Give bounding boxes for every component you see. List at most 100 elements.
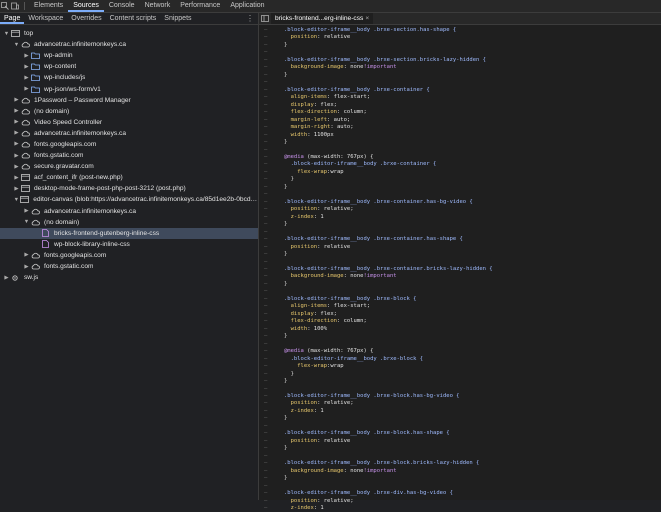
- line-gutter-mark: –: [264, 146, 268, 153]
- line-gutter-mark: –: [264, 340, 268, 347]
- line-gutter-mark: –: [264, 41, 268, 48]
- tab-performance[interactable]: Performance: [175, 0, 225, 12]
- tab-sources[interactable]: Sources: [68, 0, 104, 12]
- tab-elements[interactable]: Elements: [29, 0, 68, 12]
- devtools-toolbar: Elements Sources Console Network Performance…: [0, 0, 661, 13]
- chevron-right-icon[interactable]: ▶: [23, 53, 30, 59]
- tree-item[interactable]: ▶ desktop-mode-frame-post-php-post-3212 (…: [0, 183, 258, 194]
- chevron-down-icon[interactable]: ▼: [13, 197, 20, 203]
- tree-item[interactable]: ▶ acf_content_ifr (post-new.php): [0, 172, 258, 183]
- chevron-right-icon[interactable]: ▶: [23, 86, 30, 92]
- tree-item[interactable]: ▶ fonts.googleapis.com: [0, 139, 258, 150]
- tree-item[interactable]: ▶ wp-includes/js: [0, 72, 258, 83]
- chevron-right-icon[interactable]: ▶: [23, 64, 30, 70]
- chevron-right-icon[interactable]: ▶: [23, 252, 30, 258]
- tree-item[interactable]: ▼ top: [0, 28, 258, 39]
- tree-item[interactable]: ▶ Video Speed Controller: [0, 117, 258, 128]
- chevron-right-icon[interactable]: ▶: [13, 164, 20, 170]
- tab-overrides[interactable]: Overrides: [67, 13, 105, 24]
- tree-item[interactable]: ▶ fonts.googleapis.com: [0, 250, 258, 261]
- code-token: .block-editor-iframe__body .brxe-div.has…: [284, 490, 453, 497]
- tree-item-label: advancetrac.infinitemonkeys.ca: [44, 207, 136, 215]
- tab-open-file[interactable]: bricks-frontend...erg-inline-css ×: [271, 13, 374, 24]
- tree-item[interactable]: ▶ sw.js: [0, 272, 258, 283]
- chevron-down-icon[interactable]: ▼: [13, 42, 20, 48]
- chevron-right-icon[interactable]: ▶: [13, 186, 20, 192]
- toggle-navigator-icon[interactable]: [259, 13, 271, 24]
- code-token: : relative;: [317, 400, 354, 407]
- code-line: – }: [259, 176, 661, 183]
- more-options-icon[interactable]: ⋮: [246, 13, 254, 24]
- tab-console[interactable]: Console: [104, 0, 140, 12]
- chevron-right-icon[interactable]: ▶: [13, 175, 20, 181]
- code-line: –}: [259, 415, 661, 422]
- chevron-right-icon[interactable]: ▶: [23, 264, 30, 270]
- chevron-right-icon[interactable]: ▶: [13, 97, 20, 103]
- code-token: : flex-start;: [327, 94, 371, 101]
- line-gutter-mark: –: [264, 392, 268, 399]
- tree-item[interactable]: ▶ (no domain): [0, 106, 258, 117]
- line-gutter-mark: –: [264, 183, 268, 190]
- tree-item[interactable]: bricks-frontend-gutenberg-inline-css: [0, 227, 258, 239]
- tree-item-label: fonts.googleapis.com: [44, 251, 107, 259]
- chevron-right-icon[interactable]: ▶: [23, 208, 30, 214]
- code-line: –: [259, 453, 661, 460]
- tree-item[interactable]: ▼ advancetrac.infinitemonkeys.ca: [0, 39, 258, 50]
- tree-item[interactable]: ▼ (no domain): [0, 217, 258, 228]
- chevron-right-icon[interactable]: ▶: [13, 130, 20, 136]
- tree-item[interactable]: ▶ secure.gravatar.com: [0, 161, 258, 172]
- chevron-right-icon[interactable]: ▶: [13, 119, 20, 125]
- code-line: – position: relative;: [259, 498, 661, 505]
- line-gutter-mark: –: [264, 168, 268, 175]
- chevron-right-icon[interactable]: ▶: [13, 108, 20, 114]
- tree-item[interactable]: wp-block-library-inline-css: [0, 239, 258, 250]
- chevron-right-icon[interactable]: ▶: [13, 153, 20, 159]
- tab-workspace[interactable]: Workspace: [24, 13, 67, 24]
- line-gutter-mark: –: [264, 407, 268, 414]
- chevron-right-icon[interactable]: ▶: [13, 141, 20, 147]
- tree-item[interactable]: ▶ fonts.gstatic.com: [0, 150, 258, 161]
- code-line: – flex-wrap:wrap: [259, 169, 661, 176]
- code-token: margin-left: [284, 116, 328, 123]
- code-line: –: [259, 79, 661, 86]
- line-gutter-mark: –: [264, 131, 268, 138]
- line-gutter-mark: –: [264, 206, 268, 213]
- inspect-element-icon[interactable]: [0, 0, 10, 12]
- tab-application[interactable]: Application: [225, 0, 269, 12]
- tab-page[interactable]: Page: [0, 13, 25, 24]
- line-gutter-mark: –: [264, 422, 268, 429]
- chevron-right-icon[interactable]: ▶: [23, 75, 30, 81]
- code-line: – .block-editor-iframe__body .brxe-block …: [259, 296, 661, 303]
- code-token: : relative: [317, 437, 351, 444]
- code-line: – position: relative: [259, 34, 661, 41]
- tree-item[interactable]: ▶ wp-admin: [0, 50, 258, 61]
- chevron-right-icon[interactable]: ▶: [3, 275, 10, 281]
- code-line: –: [259, 288, 661, 295]
- code-line: – .block-editor-iframe__body .brxe-sectio…: [259, 57, 661, 64]
- cloud-icon: [30, 207, 40, 215]
- close-icon[interactable]: ×: [365, 15, 369, 22]
- tree-item[interactable]: ▶ advancetrac.infinitemonkeys.ca: [0, 128, 258, 139]
- code-token: }: [284, 221, 288, 228]
- code-line: – position: relative;: [259, 400, 661, 407]
- chevron-down-icon[interactable]: ▼: [23, 219, 30, 225]
- tab-snippets[interactable]: Snippets: [160, 13, 195, 24]
- device-toolbar-icon[interactable]: [10, 0, 20, 12]
- tree-item[interactable]: ▶ wp-content: [0, 61, 258, 72]
- tree-item[interactable]: ▶ fonts.gstatic.com: [0, 261, 258, 272]
- tab-network[interactable]: Network: [140, 0, 176, 12]
- tree-item[interactable]: ▶ 1Password – Password Manager: [0, 95, 258, 106]
- code-line: –}: [259, 221, 661, 228]
- tree-item[interactable]: ▶ advancetrac.infinitemonkeys.ca: [0, 206, 258, 217]
- cloud-icon: [20, 140, 30, 148]
- code-view[interactable]: – .block-editor-iframe__body .brxe-sectio…: [259, 27, 661, 512]
- line-gutter-mark: –: [264, 445, 268, 452]
- tree-item[interactable]: ▼ editor-canvas (blob:https://advancetrac…: [0, 194, 258, 205]
- code-token: :wrap: [327, 363, 344, 370]
- code-line: –}: [259, 184, 661, 191]
- chevron-down-icon[interactable]: ▼: [3, 31, 10, 37]
- code-line: – .block-editor-iframe__body .brxe-block.…: [259, 430, 661, 437]
- tree-item[interactable]: ▶ wp-json/ws-form/v1: [0, 83, 258, 94]
- tab-content-scripts[interactable]: Content scripts: [106, 13, 161, 24]
- code-token: : 1: [313, 213, 324, 220]
